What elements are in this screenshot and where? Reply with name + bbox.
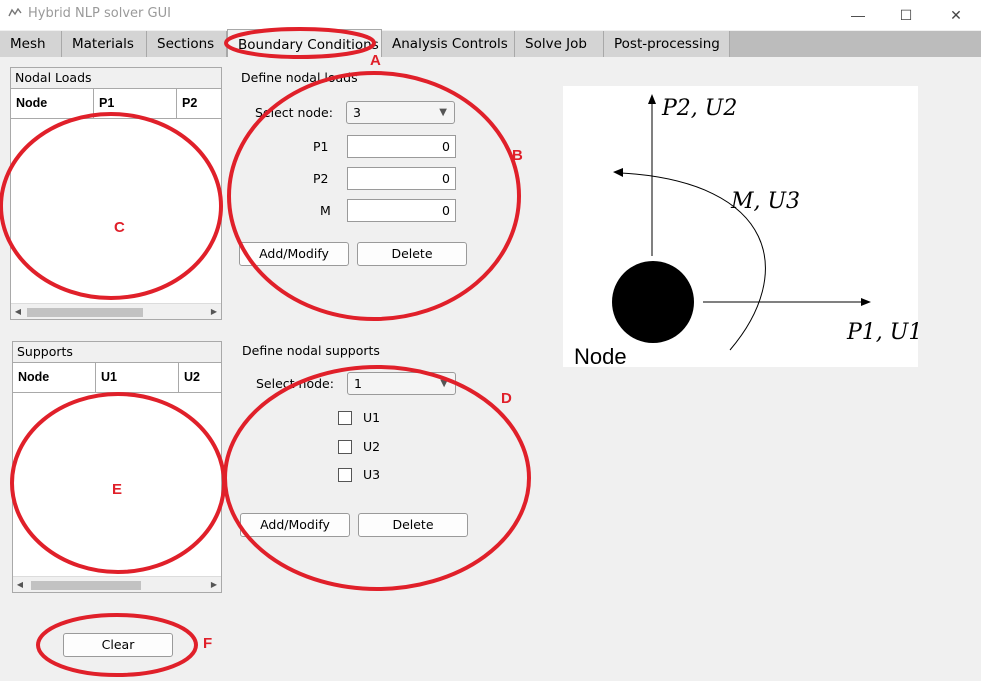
nodal-loads-title: Nodal Loads: [15, 70, 92, 85]
scroll-left-icon[interactable]: ◀: [11, 304, 25, 320]
p1-u1-label: P1, U1: [846, 320, 918, 345]
tab-boundary-conditions[interactable]: Boundary Conditions: [227, 29, 382, 57]
nodal-loads-table[interactable]: Node P1 P2 ◀ ▶: [11, 88, 221, 319]
window-title: Hybrid NLP solver GUI: [28, 6, 171, 21]
minimize-icon: —: [851, 7, 865, 23]
add-modify-support-button[interactable]: Add/Modify: [240, 513, 350, 537]
p2-u2-label: P2, U2: [661, 96, 737, 121]
supports-table-header: Node U1 U2: [13, 363, 221, 393]
node-dof-diagram: P2, U2 M, U3 P1, U1 Node: [563, 86, 922, 369]
scrollbar-thumb[interactable]: [31, 581, 141, 590]
chevron-down-icon: ▼: [439, 107, 447, 118]
load-node-select-value: 3: [353, 105, 361, 120]
nodal-loads-table-header: Node P1 P2: [11, 89, 221, 119]
arrow-right-icon: [861, 298, 871, 306]
add-modify-load-button[interactable]: Add/Modify: [239, 242, 349, 266]
delete-support-button[interactable]: Delete: [358, 513, 468, 537]
annotation-label-e: E: [112, 481, 123, 498]
annotation-label-a: A: [370, 52, 381, 69]
u3-label: U3: [363, 467, 381, 482]
close-icon: ✕: [950, 6, 962, 23]
support-node-select[interactable]: 1 ▼: [347, 372, 456, 395]
tab-mesh[interactable]: Mesh: [0, 31, 62, 57]
select-node-label: Select node:: [256, 376, 334, 391]
m-u3-label: M, U3: [730, 189, 800, 214]
scroll-right-icon[interactable]: ▶: [207, 577, 221, 593]
column-header-u2[interactable]: U2: [179, 363, 221, 393]
close-button[interactable]: ✕: [933, 0, 979, 30]
column-header-p2[interactable]: P2: [177, 89, 221, 119]
tab-materials[interactable]: Materials: [62, 31, 147, 57]
annotation-label-b: B: [512, 147, 523, 164]
select-node-label: Select node:: [255, 105, 333, 120]
define-nodal-loads-heading: Define nodal loads: [241, 70, 358, 85]
clear-button[interactable]: Clear: [63, 633, 173, 657]
supports-title: Supports: [17, 344, 73, 359]
node-dof-diagram-svg: P2, U2 M, U3 P1, U1 Node: [574, 94, 922, 369]
maximize-icon: ☐: [899, 6, 913, 23]
supports-panel: Supports Node U1 U2 ◀ ▶: [12, 341, 222, 593]
supports-table[interactable]: Node U1 U2 ◀ ▶: [13, 362, 221, 592]
p2-label: P2: [313, 171, 329, 186]
u1-label: U1: [363, 410, 381, 425]
tab-post-processing[interactable]: Post-processing: [604, 31, 730, 57]
support-node-select-value: 1: [354, 376, 362, 391]
chevron-down-icon: ▼: [440, 378, 448, 389]
tab-analysis-controls[interactable]: Analysis Controls: [382, 31, 515, 57]
p2-input[interactable]: 0: [347, 167, 456, 190]
u2-checkbox[interactable]: [338, 440, 352, 454]
node-circle: [612, 261, 694, 343]
delete-load-button[interactable]: Delete: [357, 242, 467, 266]
column-header-u1[interactable]: U1: [96, 363, 179, 393]
tab-solve-job[interactable]: Solve Job: [515, 31, 604, 57]
load-node-select[interactable]: 3 ▼: [346, 101, 455, 124]
nodal-loads-hscrollbar[interactable]: ◀ ▶: [11, 303, 221, 319]
p1-input[interactable]: 0: [347, 135, 456, 158]
tab-bar: Mesh Materials Sections Boundary Conditi…: [0, 29, 981, 57]
u2-label: U2: [363, 439, 381, 454]
boundary-conditions-page: Nodal Loads Node P1 P2 ◀ ▶ Define nodal …: [0, 57, 981, 681]
m-label: M: [320, 203, 331, 218]
arrow-up-icon: [648, 94, 656, 104]
scroll-left-icon[interactable]: ◀: [13, 577, 27, 593]
column-header-p1[interactable]: P1: [94, 89, 177, 119]
annotation-label-c: C: [114, 219, 125, 236]
window-titlebar: Hybrid NLP solver GUI — ☐ ✕: [0, 0, 981, 30]
m-input[interactable]: 0: [347, 199, 456, 222]
annotation-label-f: F: [203, 635, 213, 652]
u3-checkbox[interactable]: [338, 468, 352, 482]
supports-hscrollbar[interactable]: ◀ ▶: [13, 576, 221, 592]
p1-label: P1: [313, 139, 329, 154]
define-nodal-supports-heading: Define nodal supports: [242, 343, 380, 358]
node-label: Node: [574, 344, 627, 367]
scroll-right-icon[interactable]: ▶: [207, 304, 221, 320]
tab-sections[interactable]: Sections: [147, 31, 227, 57]
u1-checkbox[interactable]: [338, 411, 352, 425]
nodal-loads-panel: Nodal Loads Node P1 P2 ◀ ▶: [10, 67, 222, 320]
annotation-label-d: D: [501, 390, 512, 407]
scrollbar-thumb[interactable]: [27, 308, 143, 317]
arrow-left-icon: [613, 168, 623, 177]
minimize-button[interactable]: —: [835, 0, 881, 30]
maximize-button[interactable]: ☐: [883, 0, 929, 30]
app-logo-icon: [8, 8, 22, 17]
column-header-node[interactable]: Node: [11, 89, 94, 119]
column-header-node[interactable]: Node: [13, 363, 96, 393]
